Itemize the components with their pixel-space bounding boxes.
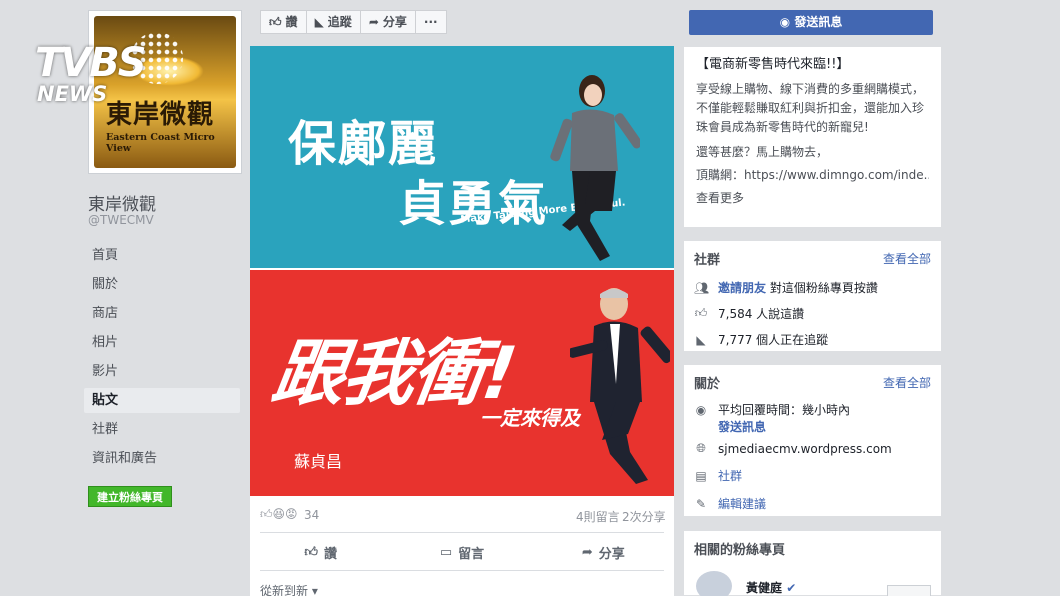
post-stats: 👍︎😆😡 34 4則留言 2次分享 [250,496,674,532]
promo-line2: 還等甚麼？馬上購物去， [696,145,829,159]
more-options-button[interactable]: ··· [416,11,446,33]
post-image-bottom[interactable]: 跟我衝! 一定來得及 蘇貞昌 [250,270,674,496]
page-promo-card: 【電商新零售時代來臨!!】 享受線上購物、線下消費的多重網購模式，不僅能輕鬆賺取… [683,46,942,228]
comment-count[interactable]: 4則留言 [576,508,620,525]
about-card: 關於 查看全部 ◉ 平均回覆時間：幾小時內 發送訊息 🌐︎ sjmediaecm… [683,364,942,517]
thumbs-up-icon: 👍︎ [694,306,708,320]
invite-friends-link[interactable]: 邀請朋友 [718,281,766,295]
share-arrow-icon: ➦ [368,15,379,29]
reaction-count[interactable]: 34 [304,508,319,522]
messenger-icon: ◉ [695,402,707,417]
see-more-link[interactable]: 查看更多 [696,189,929,208]
reaction-icons[interactable]: 👍︎😆😡 [260,507,298,522]
rss-icon: ◣ [696,332,706,347]
page-action-bar: 👍︎ 讚 ◣ 追蹤 ➦ 分享 ··· [260,10,447,34]
post-share-button[interactable]: ➦ 分享 [533,536,674,568]
nav-item-community[interactable]: 社群 [84,417,240,442]
logo-english-text: Eastern Coast Micro View [106,132,215,154]
about-send-message-link[interactable]: 發送訊息 [718,418,766,435]
invite-friends-text: 對這個粉絲專頁按讚 [769,281,878,295]
response-time: 平均回覆時間：幾小時內 [718,403,851,417]
post-image-top[interactable]: 保鄺麗 貞勇氣 Make Taitung More Beautiful. [250,46,674,268]
post-comment-button[interactable]: ▭ 留言 [391,536,532,568]
about-see-all-link[interactable]: 查看全部 [883,374,931,391]
runner-figure-woman [550,75,640,261]
divider [260,570,664,571]
like-page-button[interactable]: 👍︎ 讚 [261,11,307,33]
create-page-button[interactable]: 建立粉絲專頁 [88,486,172,507]
suggest-edits-link[interactable]: 編輯建議 [718,495,766,512]
related-page-avatar[interactable] [696,571,732,596]
nav-item-shop[interactable]: 商店 [84,301,240,326]
follow-button[interactable]: ◣ 追蹤 [307,11,361,33]
tvbs-news-watermark: TVBS NEWS [35,32,185,110]
share-page-button[interactable]: ➦ 分享 [361,11,416,33]
globe-icon: 🌐︎ [696,441,706,455]
category-icon: ▤ [695,468,707,483]
pencil-icon: ✎ [695,496,707,511]
community-see-all-link[interactable]: 查看全部 [883,250,931,267]
nav-item-home[interactable]: 首頁 [84,243,240,268]
share-count[interactable]: 2次分享 [622,508,666,525]
related-like-button[interactable] [887,585,931,596]
related-title: 相關的粉絲專頁 [694,543,786,558]
bottom-image-name: 蘇貞昌 [294,452,343,471]
post-like-button[interactable]: 👍︎ 讚 [250,536,391,568]
related-page-name[interactable]: 黃健庭 ✔ [746,579,796,596]
post-actions: 👍︎ 讚 ▭ 留言 ➦ 分享 [250,536,674,568]
comment-sort-dropdown[interactable]: 從新到新 ▾ [260,582,318,596]
nav-item-posts[interactable]: 貼文 [84,388,240,413]
total-follows: 7,777 個人正在追蹤 [718,333,829,347]
related-pages-card: 相關的粉絲專頁 黃健庭 ✔ [683,530,942,596]
promo-url[interactable]: 頂購網：https://www.dimngo.com/inde... [696,166,929,185]
rss-icon: ◣ [314,15,324,29]
thumbs-up-icon: 👍︎ [304,544,318,560]
share-arrow-icon: ➦ [581,544,593,560]
website-link[interactable]: sjmediaecmv.wordpress.com [718,442,892,456]
verified-badge-icon: ✔ [786,581,797,595]
messenger-icon: ◉ [779,15,791,29]
promo-body: 享受線上購物、線下消費的多重網購模式，不僅能輕鬆賺取紅利與折扣金，還能加入珍珠會… [696,82,925,134]
divider [260,532,664,533]
runner-figure-man [570,288,670,484]
promo-title: 【電商新零售時代來臨!!】 [696,57,850,72]
category-link[interactable]: 社群 [718,467,742,484]
post-card: 保鄺麗 貞勇氣 Make Taitung More Beautiful. 跟我衝… [250,46,674,596]
nav-item-videos[interactable]: 影片 [84,359,240,384]
invite-friends-icon: 👥︎ [694,280,710,295]
community-card: 社群 查看全部 👥︎ 邀請朋友 對這個粉絲專頁按讚 👍︎ 7,584 人說這讚 … [683,240,942,352]
nav-item-photos[interactable]: 相片 [84,330,240,355]
about-title: 關於 [694,377,721,392]
nav-item-about[interactable]: 關於 [84,272,240,297]
bottom-image-sub: 一定來得及 [480,406,580,430]
send-message-button[interactable]: ◉ 發送訊息 [689,10,933,35]
page-name[interactable]: 東岸微觀 [88,190,156,215]
total-likes: 7,584 人說這讚 [718,307,805,321]
nav-item-info-ads[interactable]: 資訊和廣告 [84,446,240,471]
page-handle[interactable]: @TWECMV [88,213,154,227]
comment-icon: ▭ [439,544,453,560]
thumbs-up-icon: 👍︎ [269,15,282,29]
community-title: 社群 [694,253,721,268]
